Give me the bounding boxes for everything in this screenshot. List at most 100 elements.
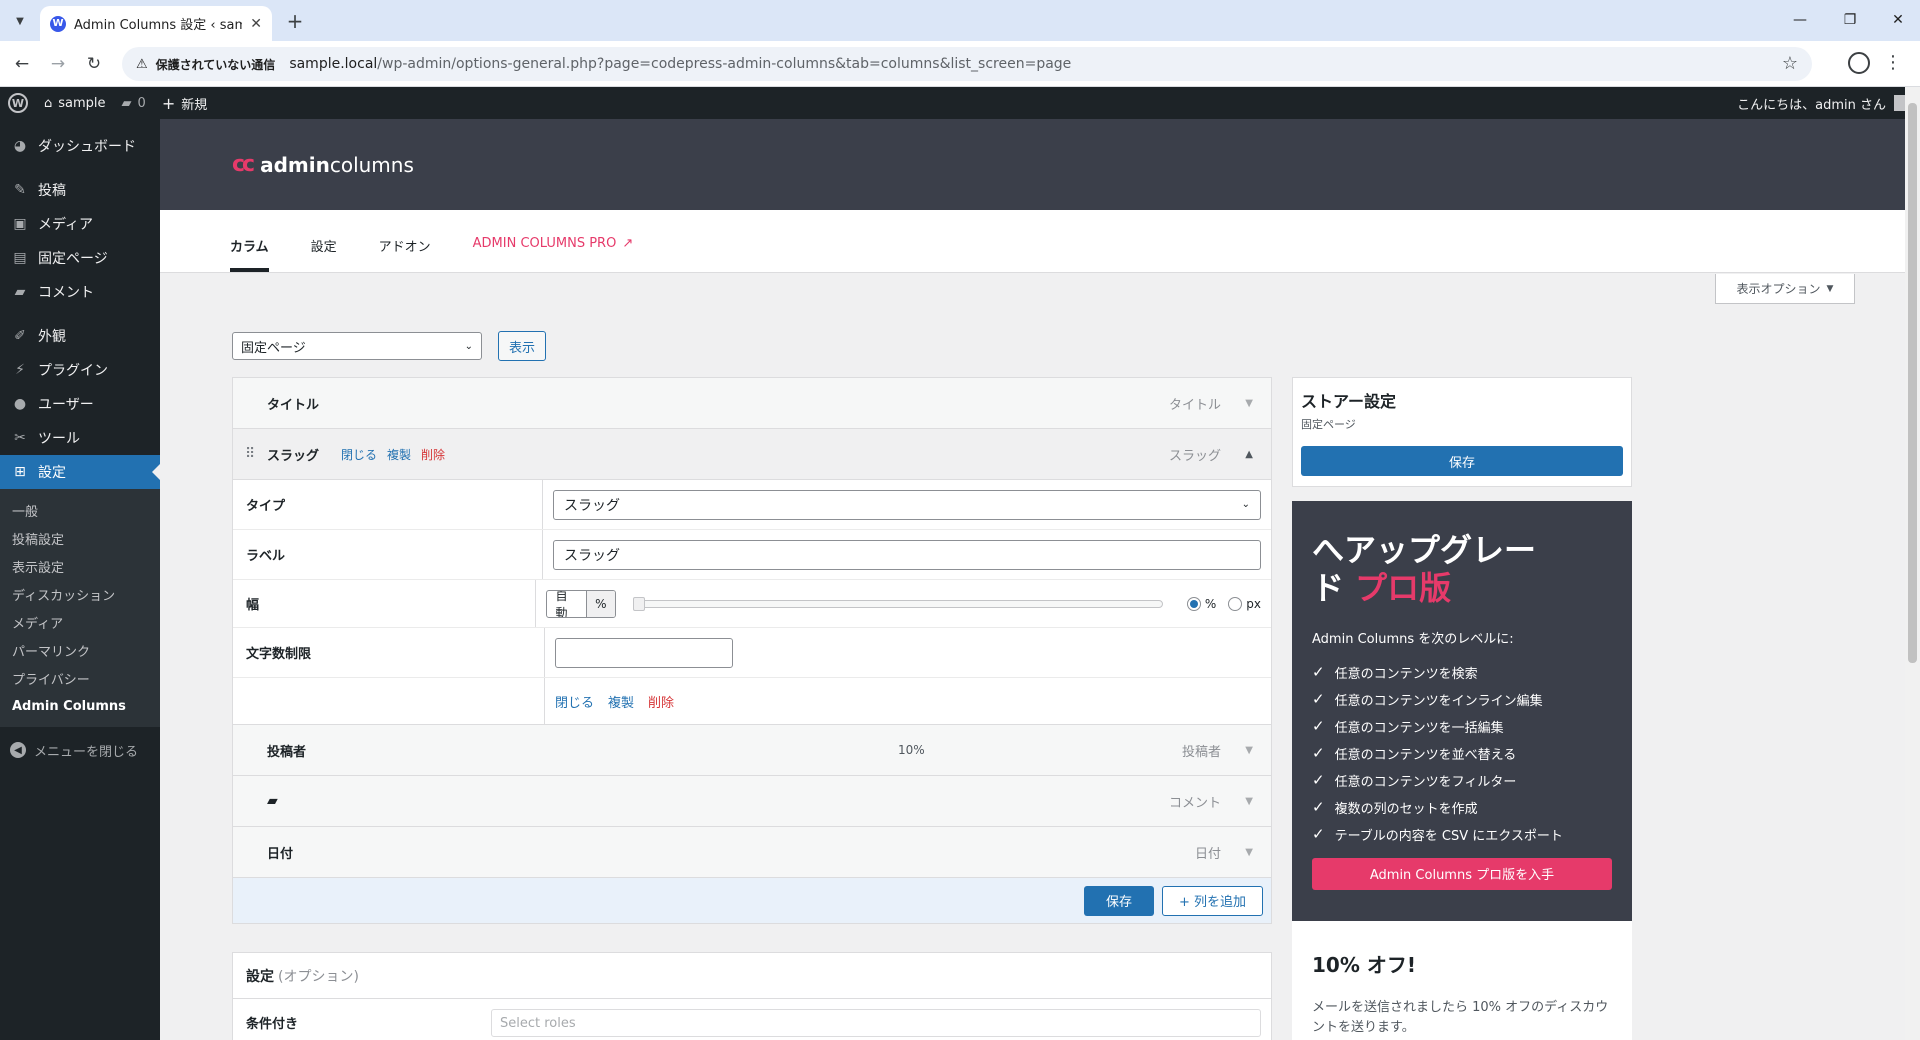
menu-comments[interactable]: ▰ コメント: [0, 275, 160, 309]
store-save-button[interactable]: 保存: [1301, 446, 1623, 476]
column-type: 日付: [1194, 846, 1221, 862]
slider-handle[interactable]: [632, 596, 645, 611]
save-button[interactable]: 保存: [1083, 885, 1154, 916]
back-arrow-icon[interactable]: ←: [10, 52, 34, 76]
reload-icon[interactable]: ↻: [82, 52, 106, 76]
submenu-general[interactable]: 一般: [0, 496, 160, 524]
menu-users[interactable]: ● ユーザー: [0, 387, 160, 421]
minimize-icon[interactable]: —: [1780, 8, 1820, 32]
profile-icon[interactable]: [1848, 52, 1870, 74]
comments-link[interactable]: ▰ 0: [114, 87, 154, 119]
site-name-link[interactable]: ⌂ sample: [36, 87, 114, 119]
tab-list-icon[interactable]: ▼: [8, 9, 32, 33]
duplicate-link[interactable]: 複製: [608, 692, 634, 711]
list-item: ✓ テーブルの内容を CSV にエクスポート: [1312, 825, 1563, 844]
column-label[interactable]: 日付: [267, 843, 293, 862]
expand-arrow-icon[interactable]: ▼: [1245, 847, 1253, 858]
add-column-button[interactable]: + 列を追加: [1161, 885, 1263, 916]
warning-triangle-icon[interactable]: ⚠: [136, 57, 148, 72]
duplicate-link[interactable]: 複製: [387, 446, 411, 463]
column-label[interactable]: 投稿者: [267, 741, 306, 760]
screen-options-button[interactable]: 表示オプション ▼: [1715, 274, 1855, 304]
options-subtitle: (オプション): [278, 968, 359, 985]
security-status[interactable]: 保護されていない通信: [156, 56, 276, 73]
submenu-media[interactable]: メディア: [0, 608, 160, 636]
roles-input[interactable]: Select roles: [491, 1009, 1261, 1037]
menu-plugins[interactable]: ⚡ プラグイン: [0, 353, 160, 387]
restore-icon[interactable]: ❐: [1830, 8, 1870, 32]
collapse-menu-button[interactable]: ◀ メニューを閉じる: [0, 733, 160, 767]
char-limit-input[interactable]: [555, 637, 733, 668]
get-pro-button[interactable]: Admin Columns プロ版を入手: [1312, 857, 1612, 890]
menu-pages[interactable]: ▤ 固定ページ: [0, 241, 160, 275]
width-input[interactable]: 自動%: [546, 589, 616, 618]
submenu-writing[interactable]: 投稿設定: [0, 524, 160, 552]
column-row-comments[interactable]: ▰ コメント ▼: [233, 776, 1271, 827]
bookmark-star-icon[interactable]: ☆: [1782, 53, 1798, 74]
menu-appearance[interactable]: ✐ 外観: [0, 319, 160, 353]
wp-logo-menu[interactable]: W: [0, 87, 36, 119]
store-settings-box: ストアー設定 固定ページ 保存: [1292, 377, 1632, 487]
setting-label: タイプ: [233, 480, 543, 529]
column-row-slug[interactable]: ⠿ スラッグ 閉じる 複製 削除 スラッグ ▲: [233, 429, 1271, 480]
menu-tools[interactable]: ✂ ツール: [0, 421, 160, 455]
menu-posts[interactable]: ✎ 投稿: [0, 173, 160, 207]
menu-label: 投稿: [38, 183, 66, 199]
kebab-menu-icon[interactable]: ⋮: [1884, 52, 1902, 73]
menu-media[interactable]: ▣ メディア: [0, 207, 160, 241]
list-options: 設定 (オプション) 条件付き Select roles: [232, 952, 1272, 1040]
window-close-icon[interactable]: ✕: [1878, 8, 1918, 32]
list-item: ✓ 任意のコンテンツを並べ替える: [1312, 744, 1517, 763]
admin-menu: ◕ ダッシュボード ✎ 投稿 ▣ メディア ▤ 固定ページ ▰ コメント ✐ 外観 ⚡ プラグ…: [0, 119, 160, 1040]
delete-link[interactable]: 削除: [648, 692, 674, 711]
column-row-author[interactable]: 投稿者 10% 投稿者 ▼: [233, 725, 1271, 776]
column-label[interactable]: タイトル: [267, 394, 319, 413]
column-row-title[interactable]: タイトル タイトル ▼: [233, 378, 1271, 429]
label-input[interactable]: スラッグ: [553, 539, 1261, 570]
column-label[interactable]: スラッグ: [267, 445, 319, 464]
submenu-privacy[interactable]: プライバシー: [0, 664, 160, 692]
submenu-discussion[interactable]: ディスカッション: [0, 580, 160, 608]
option-conditional: 条件付き Select roles: [233, 999, 1271, 1040]
browser-tab[interactable]: W Admin Columns 設定 ‹ sample ✕: [40, 6, 272, 41]
width-slider[interactable]: [632, 596, 1163, 611]
type-select[interactable]: スラッグ ⌄: [553, 489, 1261, 520]
close-link[interactable]: 閉じる: [555, 692, 594, 711]
comment-bubble-icon[interactable]: ▰: [267, 793, 278, 809]
close-link[interactable]: 閉じる: [341, 446, 377, 463]
submenu-permalinks[interactable]: パーマリンク: [0, 636, 160, 664]
tab-pro[interactable]: ADMIN COLUMNS PRO ↗: [473, 230, 634, 272]
menu-dashboard[interactable]: ◕ ダッシュボード: [0, 129, 160, 163]
show-button[interactable]: 表示: [498, 331, 546, 361]
menu-settings[interactable]: ⊞ 設定: [0, 455, 160, 489]
column-type: スラッグ: [1168, 448, 1221, 464]
collapse-arrow-icon[interactable]: ▲: [1245, 449, 1253, 460]
new-tab-icon[interactable]: +: [282, 8, 308, 34]
unit-percent-radio[interactable]: [1186, 596, 1201, 611]
new-content-link[interactable]: + 新規: [154, 87, 215, 119]
tab-addons[interactable]: アドオン: [379, 230, 431, 272]
tab-columns[interactable]: カラム: [230, 230, 269, 272]
column-row-date[interactable]: 日付 日付 ▼: [233, 827, 1271, 878]
forward-arrow-icon[interactable]: →: [46, 52, 70, 76]
url-path: /wp-admin/options-general.php?page=codep…: [377, 56, 1072, 72]
drag-handle-icon[interactable]: ⠿: [245, 446, 255, 462]
delete-link[interactable]: 削除: [421, 446, 445, 463]
options-title: 設定 (オプション): [233, 953, 1271, 999]
url-host: sample.local: [289, 56, 378, 72]
expand-arrow-icon[interactable]: ▼: [1245, 398, 1253, 409]
plus-icon: +: [161, 93, 176, 113]
scrollbar-thumb[interactable]: [1908, 103, 1917, 663]
submenu-admin-columns[interactable]: Admin Columns: [0, 692, 160, 720]
unit-px-radio[interactable]: [1228, 596, 1243, 611]
my-account-menu[interactable]: こんにちは、admin さん: [1737, 87, 1910, 119]
list-screen-select[interactable]: 固定ページ ⌄: [232, 332, 482, 360]
submenu-reading[interactable]: 表示設定: [0, 552, 160, 580]
page-scrollbar[interactable]: [1905, 87, 1920, 1040]
address-bar[interactable]: ⚠ 保護されていない通信 sample.local/wp-admin/optio…: [122, 47, 1812, 81]
close-icon[interactable]: ✕: [250, 16, 262, 32]
expand-arrow-icon[interactable]: ▼: [1245, 796, 1253, 807]
expand-arrow-icon[interactable]: ▼: [1245, 745, 1253, 756]
tab-settings[interactable]: 設定: [311, 230, 337, 272]
column-type: タイトル: [1168, 397, 1221, 413]
